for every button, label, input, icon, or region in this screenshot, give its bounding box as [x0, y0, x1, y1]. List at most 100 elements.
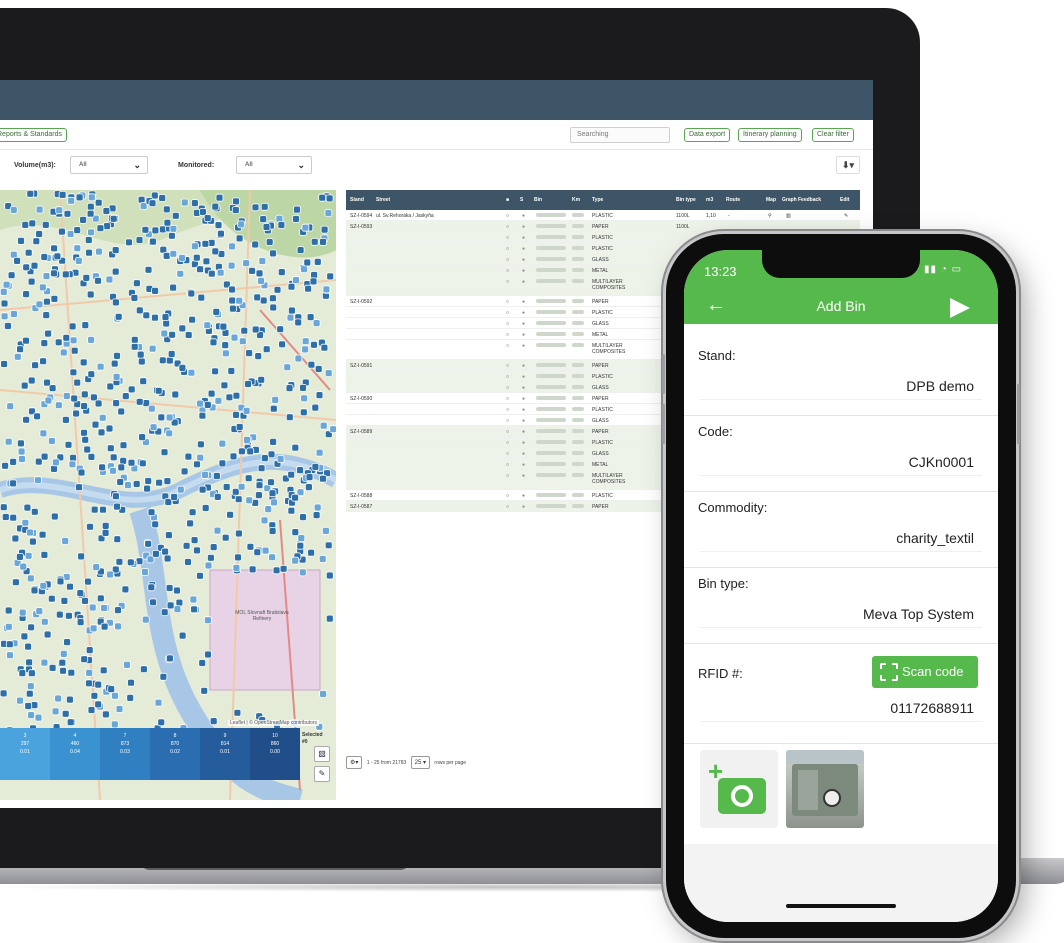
- bin-marker[interactable]: [238, 337, 247, 346]
- bin-map[interactable]: ▧ ✎ MOL Slovnaft Bratislava Refinery: [0, 190, 336, 800]
- bin-marker[interactable]: [94, 276, 102, 285]
- bin-marker[interactable]: [206, 553, 215, 562]
- bin-marker[interactable]: [28, 219, 37, 228]
- bin-marker[interactable]: [310, 271, 319, 279]
- bin-marker[interactable]: [147, 583, 156, 592]
- bin-marker[interactable]: [123, 660, 131, 669]
- bin-marker[interactable]: [214, 396, 223, 405]
- bin-marker[interactable]: [253, 293, 262, 302]
- bin-marker[interactable]: [101, 528, 110, 537]
- column-header[interactable]: Route: [726, 197, 740, 203]
- bin-marker[interactable]: [144, 477, 153, 485]
- form-field-input[interactable]: Meva Top System: [700, 600, 982, 628]
- row-checkbox[interactable]: ○: [506, 429, 509, 435]
- bin-marker[interactable]: [296, 246, 305, 254]
- bin-marker[interactable]: [87, 228, 95, 237]
- bin-marker[interactable]: [207, 389, 216, 398]
- bin-marker[interactable]: [184, 558, 192, 566]
- bin-marker[interactable]: [313, 503, 322, 512]
- bin-marker[interactable]: [41, 220, 50, 229]
- bin-marker[interactable]: [151, 287, 160, 295]
- bin-marker[interactable]: [103, 222, 111, 230]
- layers-icon[interactable]: ▧: [314, 746, 330, 762]
- bin-marker[interactable]: [69, 336, 78, 345]
- bin-marker[interactable]: [0, 299, 9, 308]
- bin-marker[interactable]: [216, 268, 225, 277]
- bin-marker[interactable]: [294, 318, 303, 327]
- bin-marker[interactable]: [148, 344, 157, 353]
- bin-marker[interactable]: [9, 205, 18, 214]
- bin-marker[interactable]: [52, 458, 60, 467]
- form-field-input[interactable]: CJKn0001: [700, 448, 982, 476]
- bin-marker[interactable]: [211, 367, 220, 376]
- bin-marker[interactable]: [22, 415, 31, 424]
- bin-marker[interactable]: [81, 321, 90, 330]
- bin-marker[interactable]: [297, 534, 306, 543]
- bin-marker[interactable]: [299, 513, 307, 522]
- bin-marker[interactable]: [163, 554, 172, 563]
- bin-marker[interactable]: [2, 280, 11, 289]
- bin-marker[interactable]: [242, 435, 251, 444]
- bin-marker[interactable]: [81, 435, 90, 444]
- bin-marker[interactable]: [88, 603, 97, 612]
- add-photo-button[interactable]: +: [700, 750, 778, 828]
- row-checkbox[interactable]: ○: [506, 310, 509, 316]
- bin-marker[interactable]: [232, 391, 241, 400]
- bin-marker[interactable]: [157, 413, 166, 422]
- bin-marker[interactable]: [248, 267, 257, 275]
- bin-marker[interactable]: [149, 423, 158, 432]
- bin-marker[interactable]: [178, 363, 187, 372]
- bin-marker[interactable]: [107, 685, 116, 694]
- bin-marker[interactable]: [324, 541, 333, 550]
- bin-marker[interactable]: [100, 622, 109, 631]
- bin-marker[interactable]: [61, 270, 70, 279]
- bin-marker[interactable]: [90, 691, 99, 700]
- bin-marker[interactable]: [35, 230, 43, 238]
- bin-marker[interactable]: [203, 214, 212, 223]
- bin-marker[interactable]: [91, 420, 100, 429]
- row-checkbox[interactable]: ○: [506, 224, 509, 230]
- bin-marker[interactable]: [221, 349, 230, 358]
- bin-marker[interactable]: [262, 345, 271, 354]
- bin-marker[interactable]: [27, 669, 36, 678]
- bin-marker[interactable]: [50, 464, 58, 473]
- bin-marker[interactable]: [215, 193, 224, 202]
- bin-marker[interactable]: [24, 551, 33, 560]
- bin-marker[interactable]: [34, 476, 42, 485]
- bin-marker[interactable]: [314, 365, 323, 373]
- bin-marker[interactable]: [237, 482, 246, 491]
- bin-marker[interactable]: [253, 548, 262, 557]
- bin-marker[interactable]: [201, 470, 210, 479]
- bin-marker[interactable]: [285, 413, 294, 422]
- bin-marker[interactable]: [69, 368, 78, 377]
- bin-marker[interactable]: [26, 574, 35, 583]
- bin-marker[interactable]: [48, 663, 57, 672]
- bin-marker[interactable]: [130, 294, 139, 302]
- bin-marker[interactable]: [299, 408, 308, 417]
- bin-marker[interactable]: [18, 669, 27, 678]
- bin-marker[interactable]: [167, 350, 176, 358]
- home-indicator[interactable]: [786, 904, 896, 908]
- bin-marker[interactable]: [22, 290, 31, 298]
- bin-marker[interactable]: [212, 308, 221, 316]
- bin-marker[interactable]: [196, 265, 205, 274]
- bin-marker[interactable]: [11, 534, 20, 543]
- bin-marker[interactable]: [67, 196, 76, 205]
- bin-marker[interactable]: [24, 642, 33, 651]
- bin-marker[interactable]: [90, 505, 99, 514]
- bin-marker[interactable]: [325, 194, 334, 203]
- clear-filter-button[interactable]: Clear filter: [812, 128, 854, 142]
- bin-marker[interactable]: [28, 537, 37, 546]
- column-header[interactable]: Feedback: [798, 197, 821, 203]
- bin-marker[interactable]: [227, 261, 236, 270]
- row-checkbox[interactable]: ○: [506, 257, 509, 263]
- bin-marker[interactable]: [87, 335, 95, 344]
- bin-marker[interactable]: [50, 269, 58, 278]
- bin-marker[interactable]: [39, 357, 47, 366]
- bin-marker[interactable]: [187, 368, 196, 377]
- bin-marker[interactable]: [151, 313, 159, 322]
- bin-marker[interactable]: [39, 429, 48, 438]
- bin-marker[interactable]: [154, 386, 163, 395]
- bin-marker[interactable]: [112, 372, 121, 381]
- bin-marker[interactable]: [235, 234, 244, 243]
